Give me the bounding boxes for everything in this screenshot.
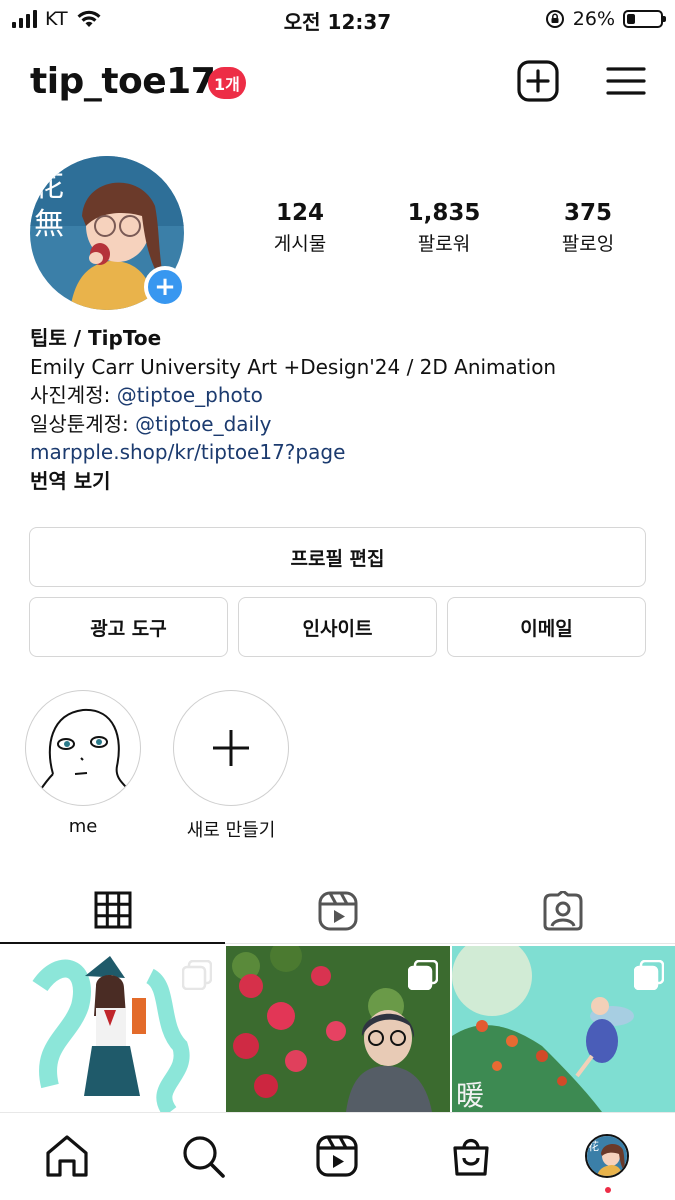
profile-tabs [0,878,675,944]
grid-post[interactable]: 暖 [452,946,675,1112]
svg-text:花: 花 [588,1140,599,1153]
add-story-button[interactable]: + [144,266,186,308]
highlight-label: 새로 만들기 [186,820,276,841]
profile-notification-dot [605,1187,611,1193]
multi-post-icon [634,960,664,990]
status-right: 26% [545,8,666,30]
stat-posts[interactable]: 124 게시물 [230,200,370,256]
search-icon [183,1136,225,1178]
translate-button[interactable]: 번역 보기 [30,467,650,496]
profile-avatar: 花 [585,1134,629,1178]
bio-line: Emily Carr University Art +Design'24 / 2… [30,354,557,379]
tab-grid[interactable] [0,878,225,944]
plus-icon [213,730,249,766]
highlight-me[interactable]: me [25,690,141,837]
daily-account-link[interactable]: @tiptoe_daily [135,412,271,436]
nav-shop[interactable] [446,1131,496,1181]
photo-account-prefix: 사진계정: [30,383,117,408]
website-link[interactable]: marpple.shop/kr/tiptoe17?page [30,438,650,467]
photo-account-line: 사진계정: @tiptoe_photo [30,381,650,410]
shop-icon [453,1138,489,1176]
nav-home[interactable] [42,1131,92,1181]
stat-value: 124 [275,200,324,226]
insights-button[interactable]: 인사이트 [238,597,437,657]
stat-value: 375 [563,200,612,226]
svg-text:無: 無 [34,207,64,242]
reels-icon [318,891,357,931]
stat-label: 게시물 [273,233,327,255]
create-post-icon[interactable] [516,59,560,103]
tab-reels[interactable] [225,878,450,944]
status-bar: KT 오전 12:37 26% [0,0,675,40]
highlight-label: me [68,816,98,837]
email-button[interactable]: 이메일 [447,597,646,657]
profile-avatar[interactable]: 花 無 + [30,156,186,310]
post-grid: 暖 [0,946,675,1112]
edit-profile-button[interactable]: 프로필 편집 [29,527,646,587]
ad-tools-button[interactable]: 광고 도구 [29,597,228,657]
nav-reels[interactable] [312,1131,362,1181]
orientation-lock-icon [545,10,564,28]
grid-icon [94,891,131,929]
stat-value: 1,835 [407,200,481,226]
menu-icon[interactable] [604,59,648,103]
highlight-cover [25,690,141,806]
svg-text:花: 花 [34,169,64,204]
home-icon [46,1135,88,1177]
multi-post-icon [408,960,438,990]
profile-header: tip_toe17 1개 [0,55,675,115]
profile-bio: 팁토 / TipToe Emily Carr University Art +D… [30,324,650,496]
reels-icon [316,1135,358,1177]
grid-post[interactable] [0,946,224,1112]
highlight-new[interactable]: 새로 만들기 [173,690,289,842]
stat-followers[interactable]: 1,835 팔로워 [374,200,514,256]
grid-post[interactable] [226,946,450,1112]
stat-label: 팔로잉 [561,233,615,255]
tab-tagged[interactable] [450,878,675,944]
tagged-icon [543,891,582,931]
daily-account-line: 일상툰계정: @tiptoe_daily [30,410,650,439]
highlight-cover [173,690,289,806]
notification-badge[interactable]: 1개 [208,67,246,99]
post-overlay-text: 暖 [456,1079,485,1112]
stat-label: 팔로워 [417,233,471,255]
photo-account-link[interactable]: @tiptoe_photo [117,383,263,407]
display-name: 팁토 / TipToe [30,326,162,350]
battery-percent: 26% [572,8,615,30]
battery-icon [623,10,666,28]
bottom-nav: 花 [0,1112,675,1200]
multi-post-icon [182,960,212,990]
stat-following[interactable]: 375 팔로잉 [518,200,658,256]
nav-profile[interactable]: 花 [582,1131,632,1193]
nav-search[interactable] [178,1131,228,1181]
username[interactable]: tip_toe17 [30,61,216,102]
daily-account-prefix: 일상툰계정: [30,411,136,436]
